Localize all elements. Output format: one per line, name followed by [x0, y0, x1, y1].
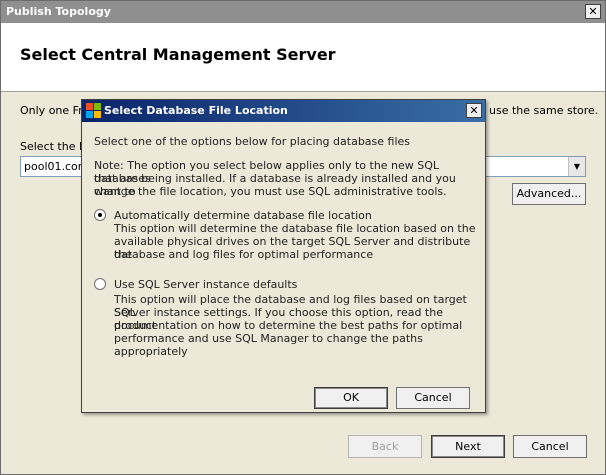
sql-defaults-radio[interactable]: [94, 278, 106, 290]
dialog-title-bar: Select Database File Location ✕: [82, 100, 485, 122]
dialog-note-line-3: change the file location, you must use S…: [94, 185, 447, 198]
sql-defaults-desc-4: performance and use SQL Manager to chang…: [114, 332, 423, 358]
intro-text-left: Only one Fro: [20, 104, 90, 117]
ok-button[interactable]: OK: [314, 387, 388, 409]
window-title-bar: Publish Topology ✕: [1, 1, 605, 23]
cancel-button[interactable]: Cancel: [513, 435, 587, 458]
auto-location-radio[interactable]: [94, 209, 106, 221]
auto-location-desc-3: database and log files for optimal perfo…: [114, 248, 374, 261]
auto-location-desc-1: This option will determine the database …: [114, 222, 476, 235]
select-database-file-location-dialog: Select Database File Location ✕ Select o…: [81, 99, 486, 413]
header-panel: Select Central Management Server: [1, 23, 605, 92]
intro-text-right: use the same store.: [489, 104, 599, 117]
advanced-button[interactable]: Advanced...: [512, 183, 586, 205]
auto-location-label[interactable]: Automatically determine database file lo…: [114, 209, 372, 222]
dialog-cancel-button[interactable]: Cancel: [396, 387, 470, 409]
dialog-instruction: Select one of the options below for plac…: [94, 135, 411, 148]
page-title: Select Central Management Server: [20, 45, 336, 64]
combo-value: pool01.con: [24, 160, 85, 173]
window-close-button[interactable]: ✕: [585, 4, 601, 19]
sql-defaults-label[interactable]: Use SQL Server instance defaults: [114, 278, 297, 291]
dialog-title: Select Database File Location: [104, 104, 288, 117]
next-button[interactable]: Next: [431, 435, 505, 458]
sql-defaults-desc-3: documentation on how to determine the be…: [114, 319, 463, 332]
chevron-down-icon[interactable]: ▼: [568, 157, 585, 176]
select-front-end-label: Select the Fr: [20, 140, 90, 153]
app-icon: [86, 103, 101, 118]
window-title: Publish Topology: [6, 5, 111, 18]
dialog-close-button[interactable]: ✕: [466, 103, 482, 118]
back-button[interactable]: Back: [348, 435, 422, 458]
